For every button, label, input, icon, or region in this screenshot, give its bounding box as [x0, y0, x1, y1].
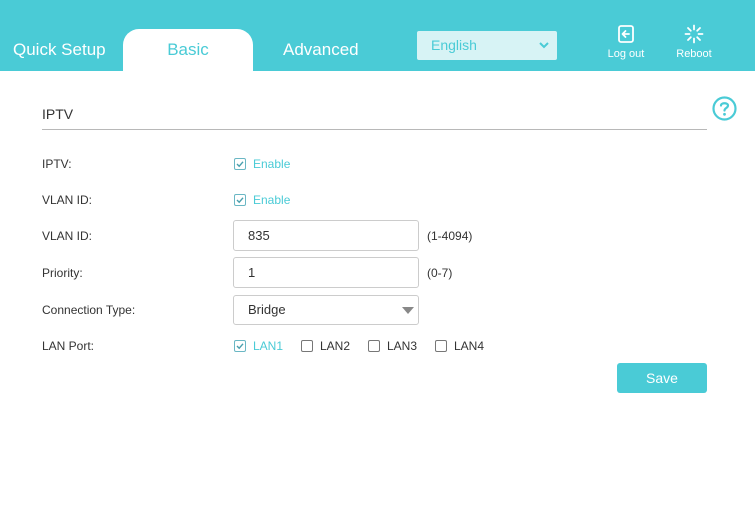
vlan-id-label: VLAN ID: — [42, 229, 93, 243]
lan2-checkbox[interactable] — [301, 340, 313, 352]
vlan-id-input[interactable]: 835 — [233, 220, 419, 251]
help-icon[interactable] — [712, 96, 737, 121]
checkmark-icon — [236, 197, 244, 204]
tab-basic[interactable]: Basic — [123, 29, 253, 71]
checkmark-icon — [236, 343, 244, 350]
lan4-label[interactable]: LAN4 — [454, 339, 484, 353]
vlan-enable-label: VLAN ID: — [42, 193, 93, 207]
priority-input[interactable]: 1 — [233, 257, 419, 288]
iptv-label: IPTV: — [42, 157, 72, 171]
caret-down-icon — [402, 307, 414, 314]
lan1-label[interactable]: LAN1 — [253, 339, 283, 353]
iptv-enable-label[interactable]: Enable — [253, 157, 290, 171]
vlan-enable-checkbox-label[interactable]: Enable — [253, 193, 290, 207]
iptv-enable-checkbox[interactable] — [234, 158, 246, 170]
lan3-label[interactable]: LAN3 — [387, 339, 417, 353]
logout-label: Log out — [607, 48, 645, 60]
priority-range-hint: (0-7) — [427, 266, 453, 280]
chevron-down-icon — [539, 42, 549, 49]
language-value: English — [431, 37, 477, 53]
logout-icon — [618, 25, 634, 43]
connection-type-value: Bridge — [248, 302, 286, 317]
lan3-checkbox[interactable] — [368, 340, 380, 352]
save-button[interactable]: Save — [617, 363, 707, 393]
reboot-icon — [684, 24, 704, 44]
tab-quick-setup[interactable]: Quick Setup — [13, 29, 106, 71]
checkmark-icon — [236, 161, 244, 168]
connection-type-select[interactable]: Bridge — [233, 295, 419, 325]
section-title: IPTV — [42, 106, 74, 122]
vlan-id-range-hint: (1-4094) — [427, 229, 473, 243]
lan1-checkbox[interactable] — [234, 340, 246, 352]
lan2-label[interactable]: LAN2 — [320, 339, 350, 353]
tab-advanced[interactable]: Advanced — [283, 29, 359, 71]
top-nav-bar: Quick Setup Basic Advanced English Log o… — [0, 0, 755, 71]
priority-label: Priority: — [42, 266, 83, 280]
language-select[interactable]: English — [417, 31, 557, 60]
section-divider — [42, 129, 707, 130]
connection-type-label: Connection Type: — [42, 303, 136, 317]
lan-port-label: LAN Port: — [42, 339, 95, 353]
reboot-button[interactable]: Reboot — [664, 24, 724, 60]
logout-button[interactable]: Log out — [596, 24, 656, 60]
vlan-enable-checkbox[interactable] — [234, 194, 246, 206]
lan4-checkbox[interactable] — [435, 340, 447, 352]
reboot-label: Reboot — [676, 48, 712, 60]
